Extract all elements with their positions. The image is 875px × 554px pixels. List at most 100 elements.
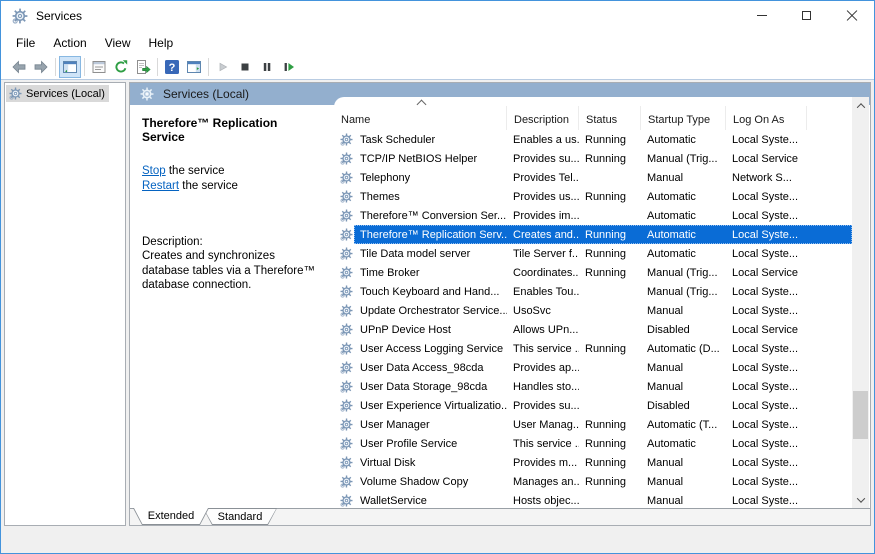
table-row[interactable]: User Data Access_98cdaProvides ap...Manu… [334, 358, 852, 377]
cell-log-on-as: Local Service [726, 324, 807, 336]
restart-service-button[interactable] [278, 56, 300, 78]
service-gear-icon [334, 247, 354, 260]
service-gear-icon [334, 399, 354, 412]
table-row[interactable]: UPnP Device HostAllows UPn...DisabledLoc… [334, 320, 852, 339]
selected-service-title: Therefore™ Replication Service [142, 116, 322, 144]
pause-service-button[interactable] [256, 56, 278, 78]
table-row[interactable]: ThemesProvides us...RunningAutomaticLoca… [334, 187, 852, 206]
maximize-button[interactable] [784, 1, 829, 30]
table-row[interactable]: TelephonyProvides Tel...ManualNetwork S.… [334, 168, 852, 187]
column-header-startup-type[interactable]: Startup Type [641, 106, 726, 130]
table-row[interactable]: User ManagerUser Manag...RunningAutomati… [334, 415, 852, 434]
restart-service-icon [281, 59, 297, 75]
cell-description: Provides us... [507, 191, 579, 203]
scroll-up-button[interactable] [852, 97, 869, 114]
table-row[interactable]: WalletServiceHosts objec...ManualLocal S… [334, 491, 852, 508]
table-row[interactable]: User Access Logging ServiceThis service … [334, 339, 852, 358]
table-row[interactable]: Therefore™ Conversion Ser...Provides im.… [334, 206, 852, 225]
table-row[interactable]: Tile Data model serverTile Server f...Ru… [334, 244, 852, 263]
refresh-button[interactable] [110, 56, 132, 78]
cell-startup-type: Disabled [641, 400, 726, 412]
scrollbar-thumb[interactable] [853, 391, 868, 439]
column-header-status[interactable]: Status [579, 106, 641, 130]
menu-file[interactable]: File [7, 33, 44, 53]
table-row[interactable]: Volume Shadow CopyManages an...RunningMa… [334, 472, 852, 491]
cell-name: Virtual Disk [354, 457, 507, 469]
description-label: Description: [142, 236, 322, 248]
cell-description: Enables a us... [507, 134, 579, 146]
stop-service-button[interactable] [234, 56, 256, 78]
toolbar-separator [55, 58, 56, 76]
cell-status: Running [579, 248, 641, 260]
cell-name: User Experience Virtualizatio... [354, 400, 507, 412]
forward-button[interactable] [30, 56, 52, 78]
properties-button[interactable] [88, 56, 110, 78]
panel-header-label: Services (Local) [163, 87, 249, 101]
column-header-log-on-as[interactable]: Log On As [726, 106, 807, 130]
cell-name: Therefore™ Replication Serv... [354, 229, 507, 241]
table-row[interactable]: Update Orchestrator Service...UsoSvcManu… [334, 301, 852, 320]
cell-name: Themes [354, 191, 507, 203]
back-button[interactable] [8, 56, 30, 78]
show-console-tree-button[interactable] [59, 56, 81, 78]
table-row[interactable]: Touch Keyboard and Hand...Enables Tou...… [334, 282, 852, 301]
cell-description: This service ... [507, 343, 579, 355]
column-header-description[interactable]: Description [507, 106, 579, 130]
export-list-button[interactable] [132, 56, 154, 78]
cell-startup-type: Automatic [641, 210, 726, 222]
stop-service-link[interactable]: Stop [142, 165, 166, 177]
scroll-down-button[interactable] [852, 491, 869, 508]
cell-name: Therefore™ Conversion Ser... [354, 210, 507, 222]
close-icon [846, 10, 858, 22]
help-button[interactable]: ? [161, 56, 183, 78]
cell-startup-type: Automatic [641, 134, 726, 146]
cell-name: Time Broker [354, 267, 507, 279]
show-action-pane-button[interactable] [183, 56, 205, 78]
table-row[interactable]: Time BrokerCoordinates...RunningManual (… [334, 263, 852, 282]
menu-view[interactable]: View [96, 33, 140, 53]
title-bar[interactable]: Services [1, 1, 874, 31]
restart-service-link[interactable]: Restart [142, 180, 179, 192]
list-header-row: NameDescriptionStatusStartup TypeLog On … [334, 97, 852, 130]
cell-name: User Data Storage_98cda [354, 381, 507, 393]
start-service-button[interactable] [212, 56, 234, 78]
cell-status: Running [579, 457, 641, 469]
toolbar-separator [208, 58, 209, 76]
menu-action[interactable]: Action [44, 33, 95, 53]
cell-description: Tile Server f... [507, 248, 579, 260]
column-header-name[interactable]: Name [334, 106, 507, 130]
services-header-icon [140, 87, 154, 101]
view-tabs: Extended Standard [130, 508, 870, 525]
tab-label: Extended [148, 510, 194, 522]
main-content: Services (Local) Services (Local) Theref… [1, 80, 874, 532]
cell-log-on-as: Local Syste... [726, 229, 807, 241]
tab-standard[interactable]: Standard [203, 508, 277, 525]
service-gear-icon [334, 342, 354, 355]
close-button[interactable] [829, 1, 874, 30]
service-action-line: Stop the service [142, 164, 322, 179]
cell-description: Handles sto... [507, 381, 579, 393]
vertical-scrollbar[interactable] [852, 97, 869, 508]
menu-help[interactable]: Help [140, 33, 183, 53]
table-row[interactable]: User Data Storage_98cdaHandles sto...Man… [334, 377, 852, 396]
tree-item-services-local[interactable]: Services (Local) [6, 85, 109, 102]
cell-log-on-as: Local Syste... [726, 305, 807, 317]
cell-status: Running [579, 343, 641, 355]
minimize-button[interactable] [739, 1, 784, 30]
tab-extended[interactable]: Extended [133, 508, 209, 525]
cell-startup-type: Manual [641, 457, 726, 469]
table-row[interactable]: User Experience Virtualizatio...Provides… [334, 396, 852, 415]
cell-log-on-as: Local Syste... [726, 419, 807, 431]
table-row[interactable]: Therefore™ Replication Serv...Creates an… [334, 225, 852, 244]
table-row[interactable]: TCP/IP NetBIOS HelperProvides su...Runni… [334, 149, 852, 168]
refresh-icon [113, 59, 129, 75]
minimize-icon [757, 15, 767, 16]
forward-icon [33, 59, 49, 75]
service-gear-icon [334, 475, 354, 488]
table-row[interactable]: Virtual DiskProvides m...RunningManualLo… [334, 453, 852, 472]
service-gear-icon [334, 285, 354, 298]
table-row[interactable]: User Profile ServiceThis service ...Runn… [334, 434, 852, 453]
cell-status: Running [579, 419, 641, 431]
tree-item-label: Services (Local) [26, 88, 105, 100]
table-row[interactable]: Task SchedulerEnables a us...RunningAuto… [334, 130, 852, 149]
